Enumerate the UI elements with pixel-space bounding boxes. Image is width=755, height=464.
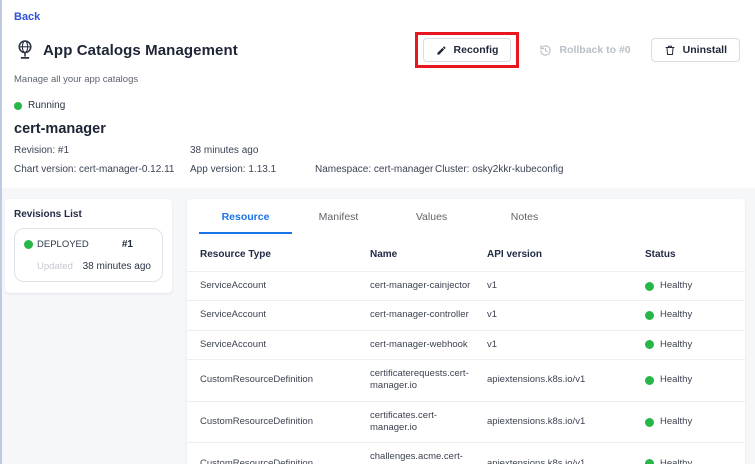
table-row: ServiceAccountcert-manager-cainjectorv1 H… xyxy=(187,272,745,301)
cell-status: Healthy xyxy=(645,360,745,402)
healthy-status-label: Healthy xyxy=(660,309,692,321)
tab-manifest[interactable]: Manifest xyxy=(292,211,385,234)
revision-number: #1 xyxy=(122,239,151,250)
cell-status: Healthy xyxy=(645,330,745,359)
back-link[interactable]: Back xyxy=(14,11,40,23)
cell-name: cert-manager-cainjector xyxy=(370,272,487,301)
healthy-status-dot xyxy=(645,311,654,320)
window-left-border xyxy=(0,0,2,464)
cell-api-version: apiextensions.k8s.io/v1 xyxy=(487,401,645,443)
meta-row-1: Revision: #1 38 minutes ago xyxy=(14,145,740,156)
healthy-status-dot xyxy=(645,340,654,349)
healthy-status-dot xyxy=(645,376,654,385)
chart-version-value: Chart version: cert-manager-0.12.11 xyxy=(14,164,190,175)
cell-status: Healthy xyxy=(645,401,745,443)
healthy-status-dot xyxy=(645,282,654,291)
rollback-button[interactable]: Rollback to #0 xyxy=(527,38,642,62)
cell-api-version: v1 xyxy=(487,272,645,301)
detail-panel: ResourceManifestValuesNotes Resource Typ… xyxy=(187,199,745,464)
cell-status: Healthy xyxy=(645,272,745,301)
column-header: Status xyxy=(645,240,745,272)
table-row: ServiceAccountcert-manager-webhookv1 Heal… xyxy=(187,330,745,359)
meta-row-2: Chart version: cert-manager-0.12.11 App … xyxy=(14,164,740,175)
history-icon xyxy=(539,44,552,57)
column-header: Name xyxy=(370,240,487,272)
cell-name: challenges.acme.cert-manager.io xyxy=(370,443,487,464)
cell-type: CustomResourceDefinition xyxy=(187,401,370,443)
cell-api-version: v1 xyxy=(487,301,645,330)
resource-table: Resource TypeNameAPI versionStatus Servi… xyxy=(187,240,745,464)
cell-api-version: apiextensions.k8s.io/v1 xyxy=(487,443,645,464)
app-version-value: App version: 1.13.1 xyxy=(190,164,315,175)
updated-value: 38 minutes ago xyxy=(190,145,258,156)
namespace-value: Namespace: cert-manager xyxy=(315,164,435,175)
uninstall-button[interactable]: Uninstall xyxy=(651,38,740,62)
healthy-status-label: Healthy xyxy=(660,458,692,464)
cell-type: CustomResourceDefinition xyxy=(187,360,370,402)
page-subtitle: Manage all your app catalogs xyxy=(14,74,740,85)
cell-type: ServiceAccount xyxy=(187,301,370,330)
revision-updated-value: 38 minutes ago xyxy=(83,261,151,272)
globe-stand-icon xyxy=(14,39,36,61)
title-row: App Catalogs Management Reconfig xyxy=(14,32,740,68)
cell-type: CustomResourceDefinition xyxy=(187,443,370,464)
reconfig-button[interactable]: Reconfig xyxy=(423,38,512,62)
tab-resource[interactable]: Resource xyxy=(199,211,292,234)
column-header: API version xyxy=(487,240,645,272)
status-dot xyxy=(14,102,22,110)
healthy-status-label: Healthy xyxy=(660,339,692,351)
table-row: ServiceAccountcert-manager-controllerv1 H… xyxy=(187,301,745,330)
healthy-status-label: Healthy xyxy=(660,280,692,292)
trash-icon xyxy=(664,44,676,56)
healthy-status-label: Healthy xyxy=(660,374,692,386)
cell-api-version: apiextensions.k8s.io/v1 xyxy=(487,360,645,402)
app-status: Running xyxy=(14,100,740,111)
table-header-row: Resource TypeNameAPI versionStatus xyxy=(187,240,745,272)
cluster-value: Cluster: osky2kkr-kubeconfig xyxy=(435,164,563,175)
table-row: CustomResourceDefinitionchallenges.acme.… xyxy=(187,443,745,464)
table-row: CustomResourceDefinitioncertificates.cer… xyxy=(187,401,745,443)
revisions-panel: Revisions List DEPLOYED #1 Updated 38 mi… xyxy=(5,199,172,293)
cell-status: Healthy xyxy=(645,301,745,330)
tab-notes[interactable]: Notes xyxy=(478,211,571,234)
revision-card[interactable]: DEPLOYED #1 Updated 38 minutes ago xyxy=(14,228,163,282)
revision-value: Revision: #1 xyxy=(14,145,190,156)
healthy-status-dot xyxy=(645,418,654,427)
deployed-status-dot xyxy=(24,240,33,249)
table-row: CustomResourceDefinitioncertificatereque… xyxy=(187,360,745,402)
tab-values[interactable]: Values xyxy=(385,211,478,234)
revisions-panel-title: Revisions List xyxy=(14,209,163,220)
cell-name: cert-manager-webhook xyxy=(370,330,487,359)
uninstall-label: Uninstall xyxy=(683,44,727,56)
header: Back App Catalogs Management xyxy=(0,0,755,188)
cell-type: ServiceAccount xyxy=(187,272,370,301)
toolbar: Reconfig Rollback to #0 xyxy=(415,32,740,68)
annotation-highlight-box: Reconfig xyxy=(415,32,520,68)
healthy-status-dot xyxy=(645,459,654,464)
cell-type: ServiceAccount xyxy=(187,330,370,359)
cell-name: certificates.cert-manager.io xyxy=(370,401,487,443)
column-header: Resource Type xyxy=(187,240,370,272)
status-label: Running xyxy=(28,100,65,111)
reconfig-label: Reconfig xyxy=(454,44,499,56)
revision-updated-label: Updated xyxy=(24,261,73,272)
cell-name: certificaterequests.cert-manager.io xyxy=(370,360,487,402)
rollback-label: Rollback to #0 xyxy=(559,44,630,56)
page-title: App Catalogs Management xyxy=(43,42,238,59)
pencil-icon xyxy=(436,45,447,56)
cell-name: cert-manager-controller xyxy=(370,301,487,330)
content-area: Revisions List DEPLOYED #1 Updated 38 mi… xyxy=(0,188,755,464)
cell-status: Healthy xyxy=(645,443,745,464)
tab-bar: ResourceManifestValuesNotes xyxy=(187,211,745,234)
healthy-status-label: Healthy xyxy=(660,416,692,428)
cell-api-version: v1 xyxy=(487,330,645,359)
deployed-status-label: DEPLOYED xyxy=(37,239,89,250)
app-name: cert-manager xyxy=(14,121,740,137)
